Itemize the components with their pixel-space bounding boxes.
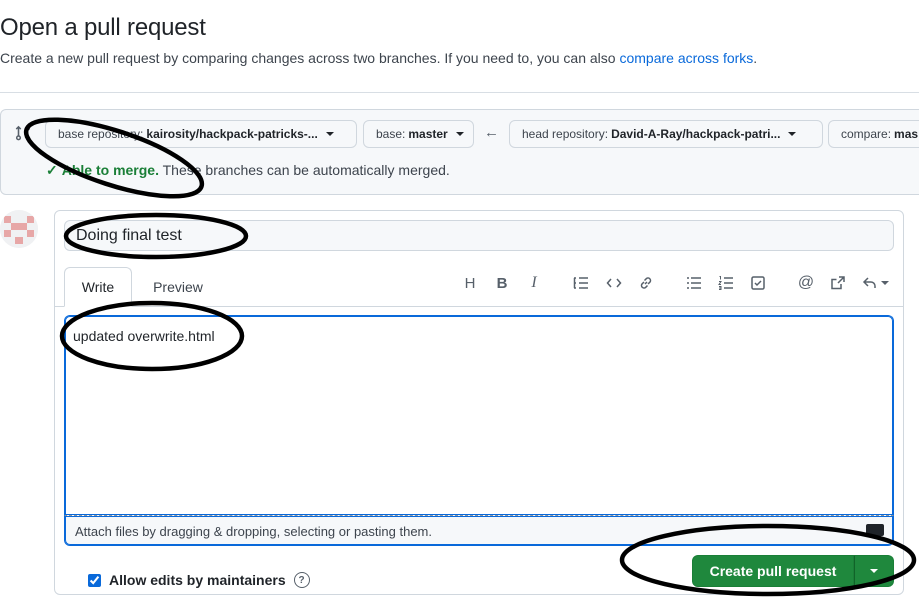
head-repository-select[interactable]: head repository: David-A-Ray/hackpack-pa…: [509, 120, 823, 148]
page-subtitle: Create a new pull request by comparing c…: [0, 50, 757, 66]
head-repository-label: head repository:: [522, 127, 609, 141]
compare-branch-label: compare:: [841, 127, 892, 141]
help-icon[interactable]: ?: [293, 572, 310, 588]
ordered-list-icon[interactable]: [716, 273, 736, 293]
task-list-icon[interactable]: [748, 273, 768, 293]
merge-ok-text: Able to merge.: [61, 162, 159, 178]
cross-reference-icon[interactable]: [828, 273, 848, 293]
bold-button[interactable]: B: [492, 273, 512, 293]
reply-icon[interactable]: [860, 273, 890, 293]
base-branch-label: base:: [376, 127, 406, 141]
heading-button[interactable]: H: [460, 273, 480, 293]
create-options-dropdown[interactable]: [854, 555, 894, 587]
base-repository-select[interactable]: base repository: kairosity/hackpack-patr…: [45, 120, 357, 148]
arrow-left-icon: ←: [484, 124, 499, 141]
base-repository-label: base repository:: [58, 127, 144, 141]
avatar[interactable]: [0, 210, 38, 248]
compare-across-forks-link[interactable]: compare across forks: [619, 50, 753, 66]
merge-status: ✓ Able to merge. These branches can be au…: [46, 162, 450, 179]
title-input[interactable]: [64, 220, 894, 251]
identicon-image: [0, 210, 38, 248]
base-repository-value: kairosity/hackpack-patricks-...: [146, 127, 318, 141]
page-title: Open a pull request: [0, 14, 206, 41]
merge-status-text: These branches can be automatically merg…: [158, 162, 450, 178]
header-divider: [0, 92, 919, 93]
allow-edits-label: Allow edits by maintainers: [109, 572, 286, 588]
base-branch-value: master: [408, 127, 448, 141]
tab-preview[interactable]: Preview: [140, 267, 216, 307]
allow-edits-checkbox[interactable]: [88, 573, 101, 587]
link-icon[interactable]: [636, 273, 656, 293]
base-branch-select[interactable]: base: master: [363, 120, 474, 148]
chevron-down-icon: [325, 132, 334, 136]
subtitle-end: .: [753, 50, 758, 66]
markdown-icon: [866, 524, 884, 536]
description-textarea[interactable]: updated overwrite.html: [64, 315, 894, 515]
git-compare-icon: [15, 125, 31, 141]
compare-branch-value: mas: [894, 127, 919, 141]
mention-button[interactable]: @: [796, 273, 816, 293]
chevron-down-icon: [788, 132, 797, 136]
quote-icon[interactable]: [571, 273, 591, 293]
code-icon[interactable]: [604, 273, 624, 293]
unordered-list-icon[interactable]: [684, 273, 704, 293]
chevron-down-icon: [870, 569, 878, 573]
compare-branch-select[interactable]: compare: mas: [828, 120, 919, 148]
create-pull-request-button[interactable]: Create pull request: [692, 555, 854, 587]
check-icon: ✓: [46, 162, 58, 178]
chevron-down-icon: [880, 281, 889, 285]
head-repository-value: David-A-Ray/hackpack-patri...: [611, 127, 781, 141]
italic-button[interactable]: I: [524, 273, 544, 293]
attach-files-bar[interactable]: Attach files by dragging & dropping, sel…: [64, 515, 894, 546]
tab-write[interactable]: Write: [64, 267, 132, 307]
chevron-down-icon: [455, 132, 464, 136]
allow-edits-option[interactable]: Allow edits by maintainers ?: [88, 572, 310, 588]
subtitle-text: Create a new pull request by comparing c…: [0, 50, 620, 66]
